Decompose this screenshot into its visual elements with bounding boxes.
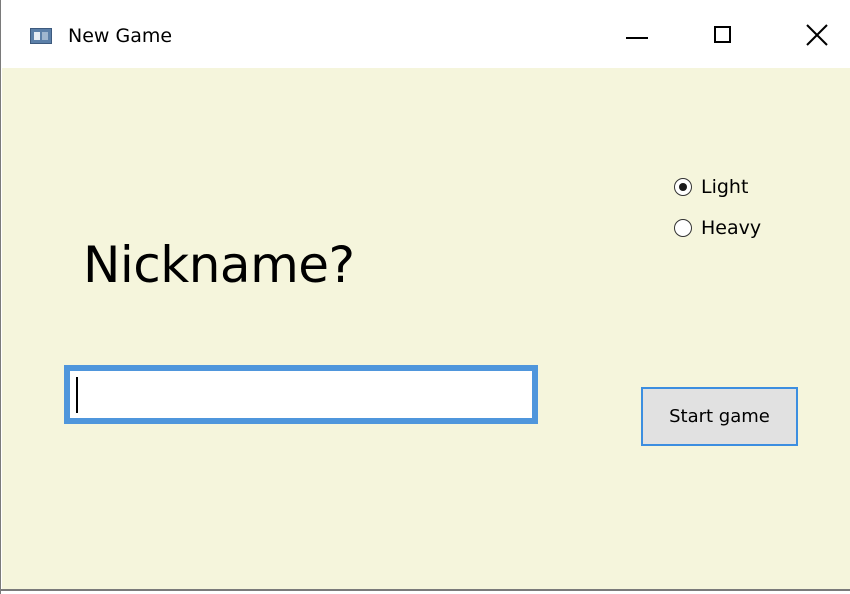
minimize-icon bbox=[626, 37, 648, 39]
nickname-input[interactable] bbox=[64, 365, 538, 424]
radio-light-label: Light bbox=[701, 176, 749, 198]
close-icon bbox=[806, 24, 828, 46]
radio-heavy[interactable]: Heavy bbox=[674, 215, 761, 241]
maximize-button[interactable] bbox=[695, 8, 755, 60]
nickname-heading: Nickname? bbox=[83, 236, 355, 294]
title-bar[interactable]: New Game bbox=[2, 0, 850, 68]
minimize-button[interactable] bbox=[608, 8, 668, 60]
window-app-icon[interactable] bbox=[30, 28, 52, 44]
start-game-button[interactable]: Start game bbox=[641, 387, 798, 446]
new-game-window: New Game Nickname? Light Heavy Start gam… bbox=[0, 0, 850, 594]
radio-light[interactable]: Light bbox=[674, 174, 748, 200]
maximize-icon bbox=[714, 26, 731, 43]
client-area: Nickname? Light Heavy Start game bbox=[2, 68, 850, 590]
window-title: New Game bbox=[68, 25, 173, 47]
radio-light-indicator[interactable] bbox=[674, 178, 692, 196]
radio-heavy-label: Heavy bbox=[701, 217, 762, 239]
close-button[interactable] bbox=[788, 8, 848, 60]
window-bottom-border bbox=[1, 589, 850, 591]
text-caret bbox=[76, 377, 78, 413]
radio-heavy-indicator[interactable] bbox=[674, 219, 692, 237]
